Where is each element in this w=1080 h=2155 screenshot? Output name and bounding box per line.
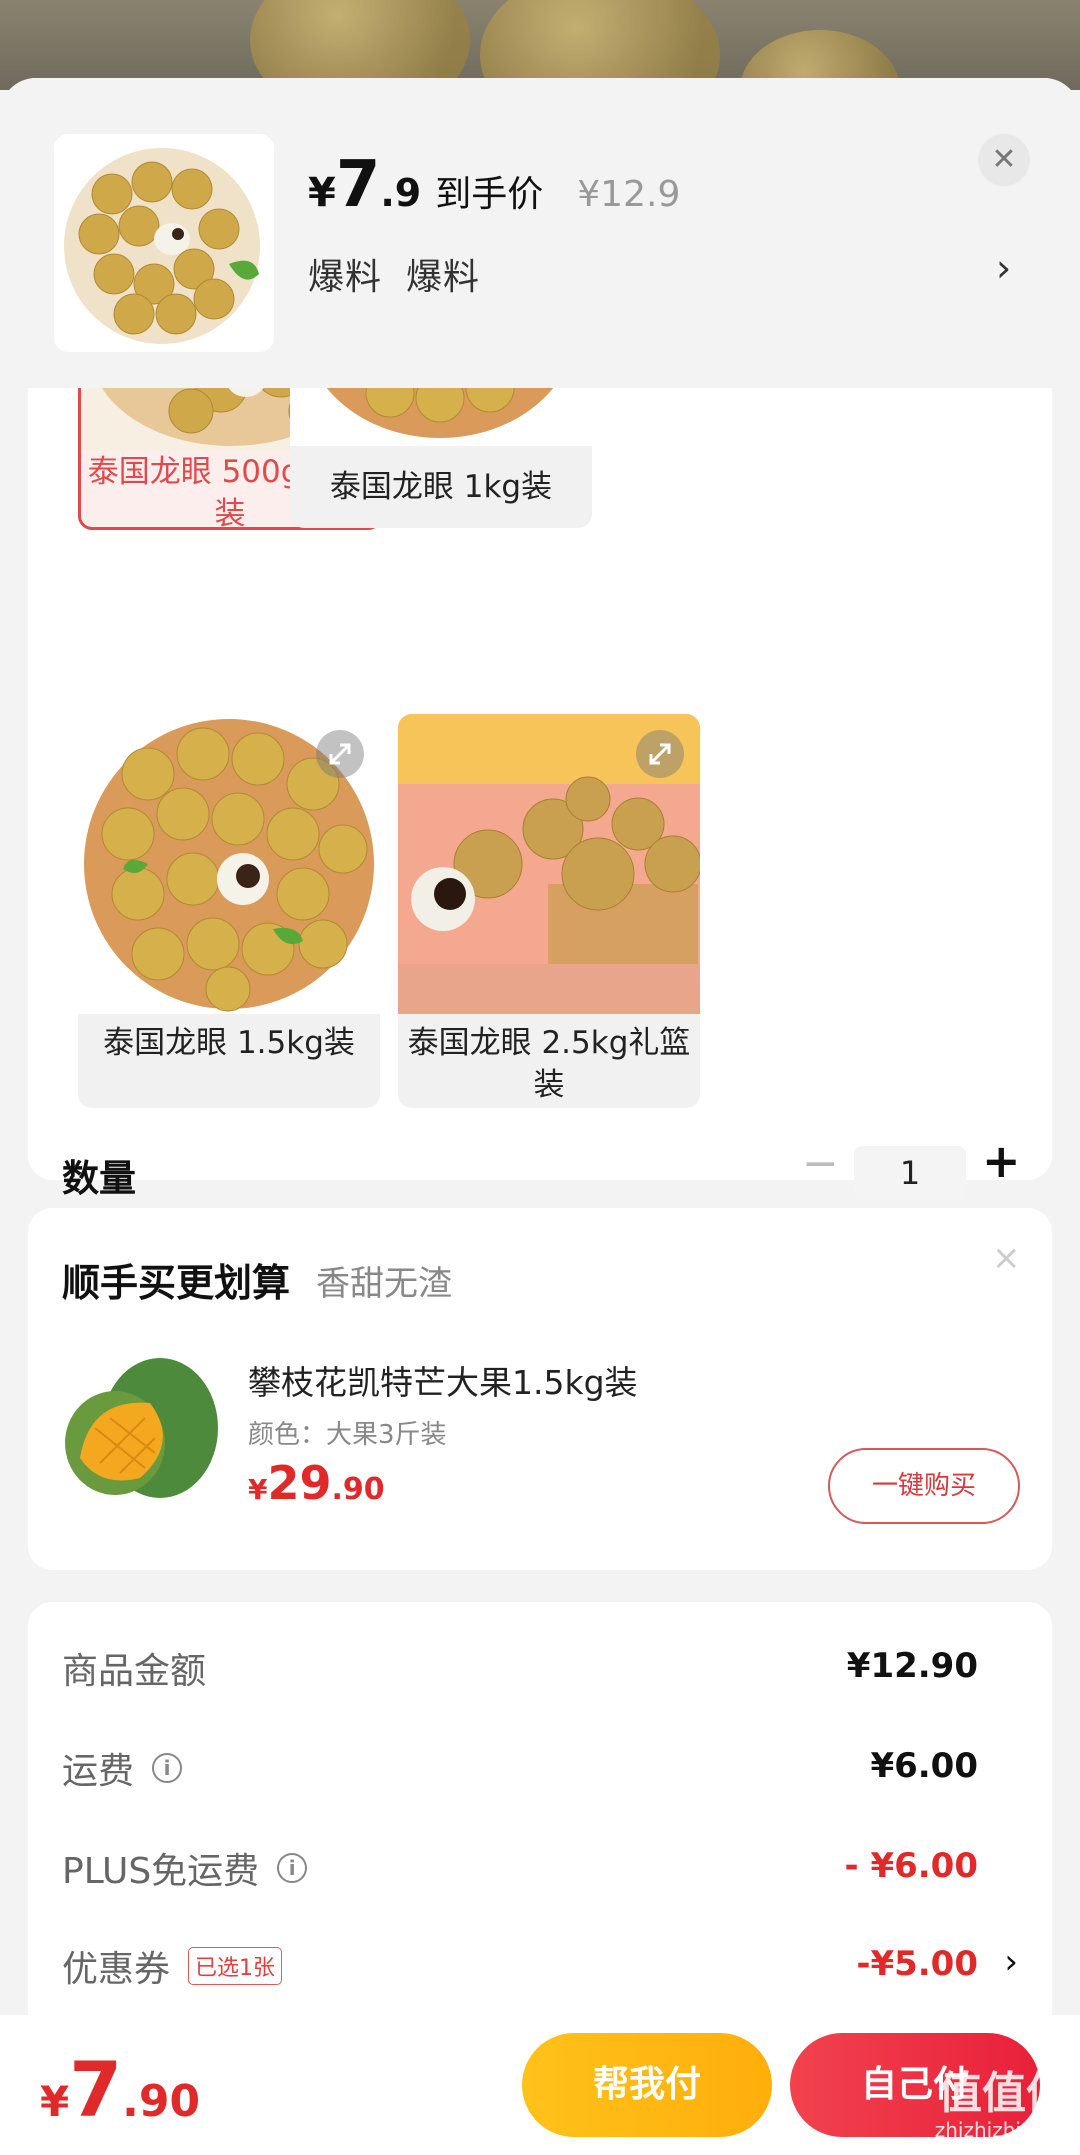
watermark-url: zhizhizhi.com	[934, 2118, 1070, 2142]
price-symbol: ¥	[248, 1473, 268, 1506]
summary-value: - ¥6.00	[844, 1846, 979, 1886]
summary-row-coupon[interactable]: 优惠券 已选1张 -¥5.00 ›	[62, 1940, 1018, 2000]
summary-value: -¥5.00	[856, 1944, 978, 1984]
variant-label: 泰国龙眼 2.5kg礼篮装	[407, 1025, 691, 1103]
summary-label-wrap: 优惠券 已选1张	[62, 1940, 283, 1992]
variant-option-1-5kg[interactable]: 泰国龙眼 1.5kg装	[78, 714, 380, 1108]
price-decimal: .90	[122, 2076, 201, 2127]
decrease-quantity-button[interactable]: −	[802, 1138, 839, 1189]
price-line: ¥ 7 .9 到手价 ¥12.9	[308, 148, 680, 222]
upsell-price: ¥29.90	[248, 1456, 385, 1510]
summary-value: ¥12.90	[846, 1646, 978, 1686]
purchase-sheet: ¥ 7 .9 到手价 ¥12.9 爆料 爆料 › ✕ 泰国龙眼 500g 尝鲜装…	[0, 78, 1080, 2155]
summary-label: 优惠券	[62, 1949, 171, 1990]
price-decimal: .9	[380, 171, 422, 215]
increase-quantity-button[interactable]: +	[982, 1134, 1021, 1188]
spec-selection-card: 泰国龙眼 500g 尝鲜装 泰国龙眼 1kg装 泰国龙眼 1.5kg装 泰国龙眼…	[28, 288, 1052, 1200]
summary-label: 运费	[62, 1751, 135, 1792]
summary-label: PLUS免运费	[62, 1851, 260, 1892]
price-symbol: ¥	[308, 170, 336, 216]
price-integer: 29	[267, 1456, 332, 1510]
price-integer: 7	[335, 148, 381, 222]
original-price: ¥12.9	[577, 174, 681, 215]
total-price: ¥7.90	[40, 2045, 200, 2134]
one-click-buy-button[interactable]: 一键购买	[828, 1448, 1020, 1524]
backdrop-image	[0, 0, 1080, 90]
upsell-subtitle: 香甜无渣	[316, 1264, 452, 1304]
chevron-right-icon[interactable]: ›	[1004, 1942, 1018, 1982]
watermark-text: 值值值	[938, 2068, 1070, 2119]
bottom-action-bar: ¥7.90 帮我付 自己付	[0, 2015, 1080, 2155]
upsell-card: 顺手买更划算 香甜无渣 × 攀枝花凯特芒大果1.5kg装 颜色：大果3斤装 ¥2…	[28, 1208, 1052, 1570]
upsell-title: 顺手买更划算	[62, 1261, 291, 1305]
quantity-value[interactable]: 1	[854, 1146, 966, 1200]
quantity-label: 数量	[62, 1157, 136, 1200]
close-button[interactable]: ✕	[978, 134, 1030, 186]
price-integer: 7	[69, 2045, 123, 2134]
upsell-product-name[interactable]: 攀枝花凯特芒大果1.5kg装	[248, 1356, 638, 1404]
upsell-close-button[interactable]: ×	[992, 1238, 1021, 1278]
product-thumbnail	[54, 134, 274, 352]
info-icon[interactable]: i	[152, 1753, 183, 1783]
summary-row-shipping: 运费 i ¥6.00	[62, 1742, 1018, 1802]
upsell-product-image[interactable]	[60, 1348, 224, 1508]
summary-label-wrap: 运费 i	[62, 1742, 183, 1794]
upsell-product-variant: 颜色：大果3斤装	[248, 1420, 447, 1450]
info-icon[interactable]: i	[277, 1853, 308, 1883]
variant-label: 泰国龙眼 1kg装	[329, 469, 553, 505]
close-icon: ✕	[991, 142, 1017, 177]
sheet-header: ¥ 7 .9 到手价 ¥12.9 爆料 爆料 › ✕	[0, 78, 1080, 388]
summary-row-plus-shipping: PLUS免运费 i - ¥6.00	[62, 1842, 1018, 1902]
expand-icon[interactable]	[636, 730, 684, 778]
watermark-logo: 值值值 zhizhizhi.com	[920, 2068, 1070, 2143]
selected-spec[interactable]: 爆料 爆料	[308, 248, 504, 300]
help-me-pay-button[interactable]: 帮我付	[522, 2033, 772, 2137]
summary-row-subtotal: 商品金额 ¥12.90	[62, 1642, 1018, 1702]
summary-label: 商品金额	[62, 1651, 207, 1692]
chevron-right-icon[interactable]: ›	[996, 246, 1011, 290]
final-price-tag: 到手价	[435, 174, 544, 215]
variant-option-2-5kg[interactable]: 泰国龙眼 2.5kg礼篮装	[398, 714, 700, 1108]
price-decimal: .90	[331, 1472, 385, 1507]
spec-value: 爆料	[406, 257, 481, 298]
spec-value: 爆料	[308, 257, 383, 298]
price-symbol: ¥	[40, 2077, 70, 2126]
summary-value: ¥6.00	[870, 1746, 978, 1786]
variant-label: 泰国龙眼 1.5kg装	[103, 1025, 355, 1061]
summary-label-wrap: PLUS免运费 i	[62, 1842, 308, 1894]
expand-icon[interactable]	[316, 730, 364, 778]
coupon-badge: 已选1张	[188, 1947, 283, 1985]
